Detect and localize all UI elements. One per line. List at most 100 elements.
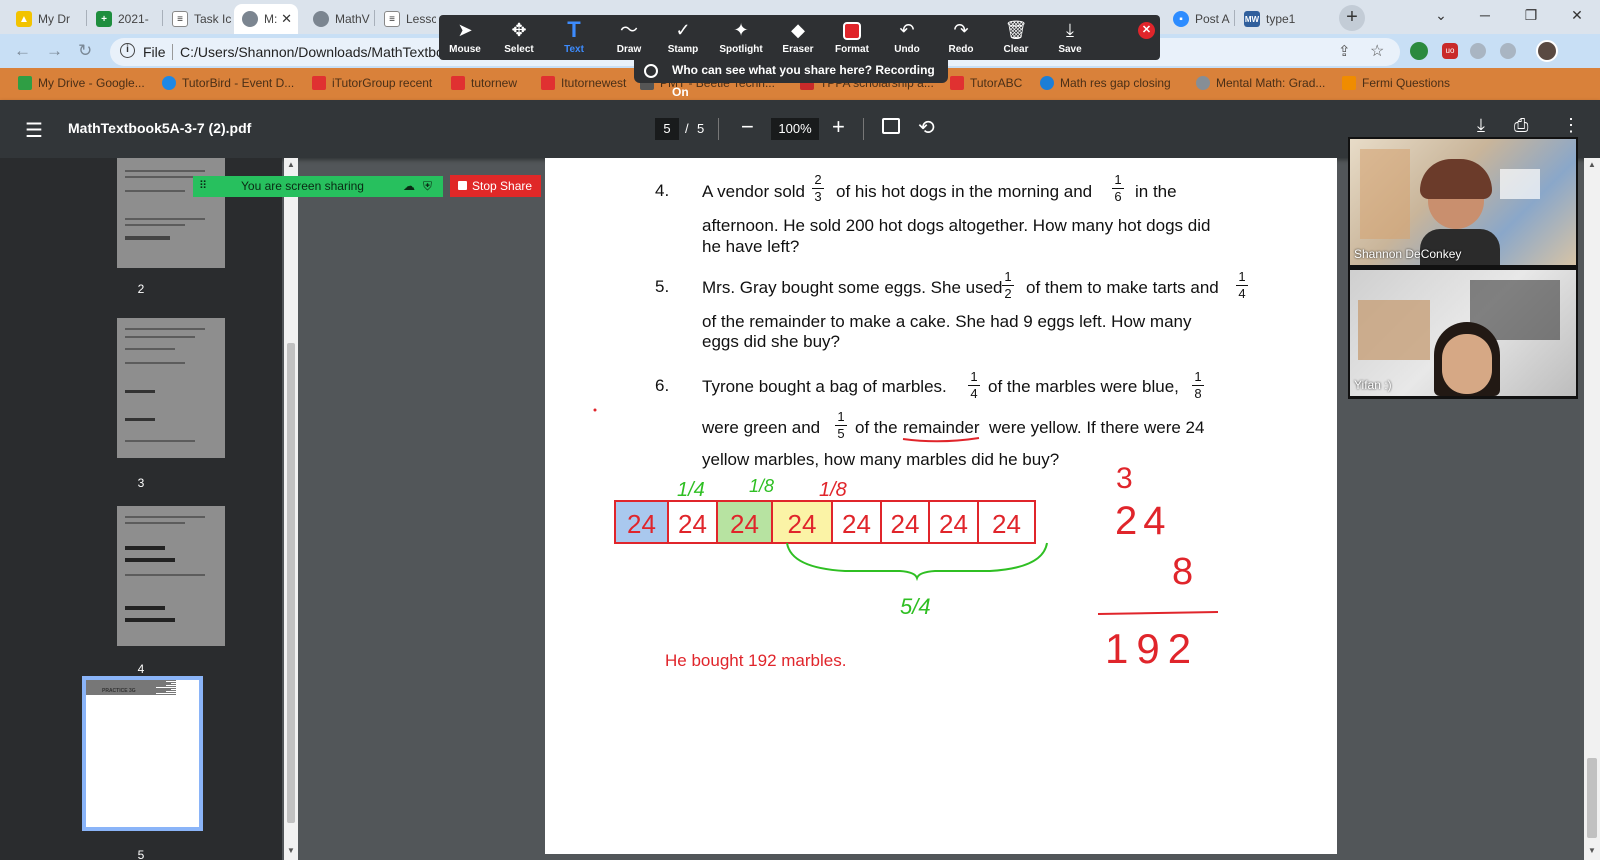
bookmark-label: TutorBird - Event D... bbox=[182, 76, 295, 90]
scrollbar-thumb[interactable] bbox=[1587, 758, 1597, 838]
scrollbar-thumb[interactable] bbox=[287, 343, 295, 823]
check-icon: ✓ bbox=[675, 20, 691, 40]
thumbnail-number: 4 bbox=[137, 662, 145, 676]
restore-button[interactable]: ❐ bbox=[1508, 0, 1554, 30]
menu-hamburger-icon[interactable]: ☰ bbox=[25, 118, 43, 143]
participant-name: Yifan :) bbox=[1354, 378, 1392, 392]
drag-handle-icon[interactable]: ⠿ bbox=[199, 176, 207, 197]
new-tab-button[interactable]: + bbox=[1339, 5, 1365, 31]
minimize-button[interactable]: ─ bbox=[1462, 0, 1508, 30]
undo-icon: ↶ bbox=[899, 20, 915, 40]
zoom-in-icon[interactable]: + bbox=[832, 114, 845, 140]
bar-cell-value: 24 bbox=[939, 509, 968, 539]
bookmark-item[interactable]: Math res gap closing bbox=[1040, 76, 1171, 90]
participant-video[interactable]: Yifan :) bbox=[1350, 270, 1576, 396]
bookmark-item[interactable]: iTutorGroup recent bbox=[312, 76, 432, 90]
brace-label: 5/4 bbox=[900, 594, 931, 619]
shield-icon: ⛨ bbox=[423, 179, 433, 193]
bookmark-item[interactable]: Mental Math: Grad... bbox=[1196, 76, 1325, 90]
save-button[interactable]: ⤓ Save bbox=[1044, 15, 1096, 60]
thumbnail-page[interactable] bbox=[117, 158, 225, 268]
print-icon[interactable]: ⎙ bbox=[1514, 115, 1528, 136]
eraser-tool-button[interactable]: ◆ Eraser bbox=[772, 15, 824, 60]
tab-label: 2021- bbox=[118, 12, 149, 26]
trash-icon: 🗑 bbox=[1004, 20, 1028, 40]
screen-sharing-bar[interactable]: ⠿ You are screen sharing ☁ ⛨ bbox=[193, 176, 443, 197]
browser-tab[interactable]: MathV bbox=[305, 4, 373, 34]
thumbnail-page-selected[interactable]: PRACTICE 3G bbox=[82, 676, 203, 831]
stop-share-button[interactable]: Stop Share bbox=[450, 175, 541, 197]
reload-icon[interactable]: ↻ bbox=[78, 41, 92, 61]
cursor-icon: ➤ bbox=[457, 20, 473, 40]
share-icon[interactable]: ⇪ bbox=[1338, 42, 1351, 60]
spotlight-tool-button[interactable]: ✦ Spotlight bbox=[712, 15, 770, 60]
page-scrollbar[interactable]: ▲ ▼ bbox=[1584, 158, 1600, 860]
extension-icon[interactable] bbox=[1410, 42, 1428, 60]
back-arrow-icon[interactable]: ← bbox=[14, 41, 31, 61]
bookmark-label: tutornew bbox=[471, 76, 518, 90]
thumbnail-number: 3 bbox=[137, 476, 145, 490]
globe-icon bbox=[242, 11, 258, 27]
bar-cell-value: 24 bbox=[678, 509, 707, 539]
thumbnail-page[interactable] bbox=[117, 318, 225, 458]
profile-avatar[interactable] bbox=[1536, 40, 1558, 62]
browser-tab[interactable]: ▪ Post A bbox=[1165, 4, 1233, 34]
bookmark-item[interactable]: TutorABC bbox=[950, 76, 1022, 90]
mouse-tool-button[interactable]: ➤ Mouse bbox=[439, 15, 491, 60]
format-tool-button[interactable]: Format bbox=[826, 15, 878, 60]
close-tab-icon[interactable]: ✕ bbox=[281, 11, 292, 27]
browser-tab[interactable]: ≡ Task Ic bbox=[164, 4, 234, 34]
bookmark-item[interactable]: Itutornewest bbox=[541, 76, 626, 90]
info-icon[interactable]: i bbox=[120, 43, 135, 58]
more-options-icon[interactable]: ⋮ bbox=[1562, 115, 1580, 136]
forward-arrow-icon[interactable]: → bbox=[46, 41, 63, 61]
extensions-puzzle-icon[interactable] bbox=[1500, 43, 1516, 59]
participant-video[interactable]: Shannon DeConkey bbox=[1350, 139, 1576, 265]
url-text: C:/Users/Shannon/Downloads/MathTextbo bbox=[180, 44, 444, 60]
browser-tab[interactable]: + 2021- bbox=[88, 4, 163, 34]
brace-annotation bbox=[786, 542, 1048, 582]
browser-tab[interactable]: ▲ My Dr bbox=[8, 4, 88, 34]
scroll-up-icon[interactable]: ▲ bbox=[1588, 160, 1596, 169]
bookmark-item[interactable]: My Drive - Google... bbox=[18, 76, 145, 90]
globe-icon bbox=[1040, 76, 1054, 90]
extension-icon[interactable] bbox=[1470, 43, 1486, 59]
draw-tool-button[interactable]: 〜 Draw bbox=[603, 15, 655, 60]
clear-button[interactable]: 🗑 Clear bbox=[990, 15, 1042, 60]
bookmark-label: My Drive - Google... bbox=[38, 76, 145, 90]
browser-tab[interactable]: MW type1 bbox=[1236, 4, 1332, 34]
scroll-up-icon[interactable]: ▲ bbox=[287, 160, 295, 169]
tab-search-chevron-icon[interactable]: ⌄ bbox=[1418, 0, 1464, 30]
sidebar-scrollbar[interactable]: ▲ ▼ bbox=[284, 158, 298, 860]
thumbnail-page[interactable] bbox=[117, 506, 225, 646]
ublock-icon[interactable]: uo bbox=[1442, 43, 1458, 59]
scroll-down-icon[interactable]: ▼ bbox=[1588, 846, 1596, 855]
rotate-icon[interactable]: ⟲ bbox=[918, 115, 935, 140]
zoom-input[interactable]: 100% bbox=[771, 118, 819, 140]
thumbnail-heading: PRACTICE 3G bbox=[102, 688, 136, 694]
text-tool-button[interactable]: T Text bbox=[548, 15, 600, 60]
bookmark-item[interactable]: tutornew bbox=[451, 76, 517, 90]
stamp-tool-button[interactable]: ✓ Stamp bbox=[657, 15, 709, 60]
close-annotation-icon[interactable]: ✕ bbox=[1138, 22, 1155, 39]
page-number-input[interactable]: 5 bbox=[655, 118, 679, 140]
zoom-out-icon[interactable]: − bbox=[741, 114, 754, 140]
eraser-icon: ◆ bbox=[791, 20, 805, 40]
browser-tab-active[interactable]: M: ✕ bbox=[234, 4, 298, 34]
close-window-button[interactable]: ✕ bbox=[1554, 0, 1600, 30]
bookmark-item[interactable]: Fermi Questions bbox=[1342, 76, 1450, 90]
tab-label: type1 bbox=[1266, 12, 1296, 26]
recording-banner[interactable]: Who can see what you share here? Recordi… bbox=[634, 59, 948, 99]
bookmark-item[interactable]: TutorBird - Event D... bbox=[162, 76, 294, 90]
download-icon[interactable]: ⤓ bbox=[1477, 115, 1485, 136]
fit-page-icon[interactable] bbox=[882, 118, 900, 134]
bookmark-star-icon[interactable]: ☆ bbox=[1370, 41, 1384, 61]
redo-button[interactable]: ↷ Redo bbox=[935, 15, 987, 60]
calc-top: 3 bbox=[1116, 462, 1133, 495]
page-total: 5 bbox=[697, 121, 705, 136]
undo-button[interactable]: ↶ Undo bbox=[881, 15, 933, 60]
bar-cell-value: 24 bbox=[992, 509, 1021, 539]
scroll-down-icon[interactable]: ▼ bbox=[287, 846, 295, 855]
browser-tab[interactable]: ≡ Lessc bbox=[376, 4, 436, 34]
select-tool-button[interactable]: ✥ Select bbox=[493, 15, 545, 60]
